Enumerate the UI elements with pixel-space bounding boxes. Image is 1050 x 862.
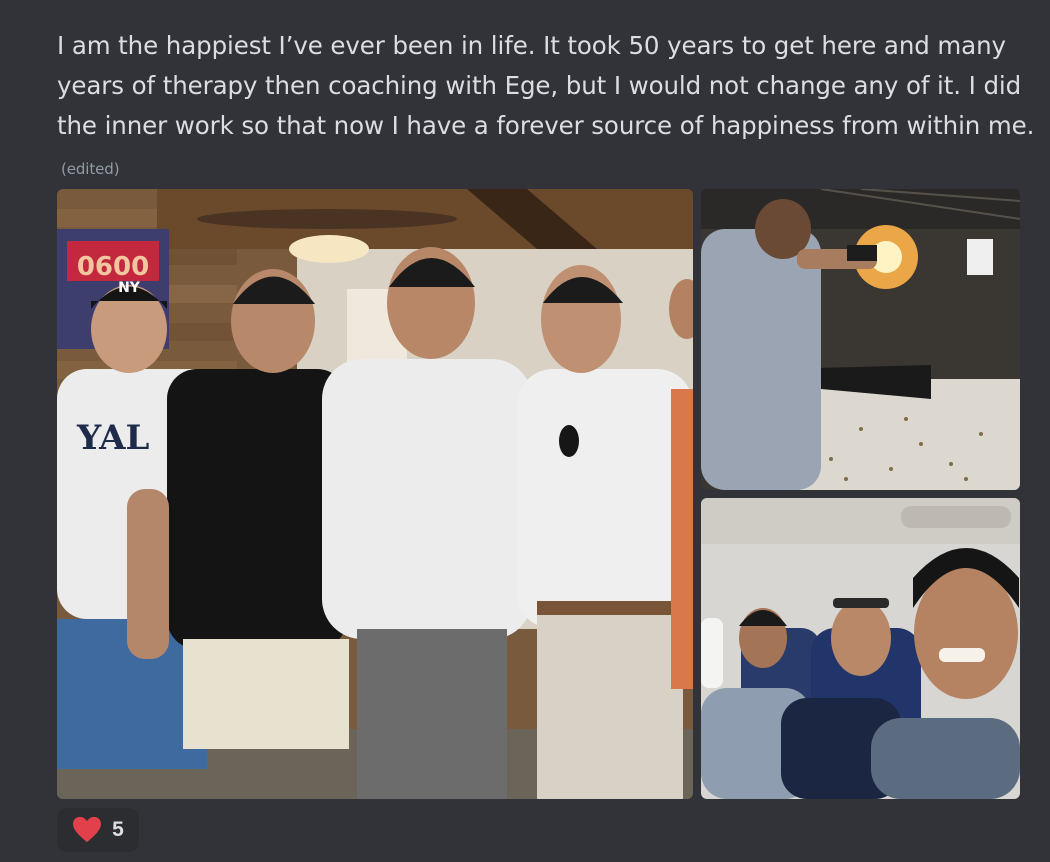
airplane-selfie-image [701,498,1020,799]
tshirt-text: YAL [76,418,149,458]
reaction-count: 5 [112,818,124,841]
image-gallery: 0600 YAL NY [57,189,1020,799]
group-photo-image: 0600 YAL NY [57,189,693,799]
message-container: I am the happiest I’ve ever been in life… [0,0,1050,862]
attachment-group-photo[interactable]: 0600 YAL NY [57,189,693,799]
message-body: I am the happiest I’ve ever been in life… [57,26,1037,189]
shooting-range-image [701,189,1020,490]
message-content: I am the happiest I’ve ever been in life… [57,31,1035,140]
attachment-shooting-range-photo[interactable] [701,189,1020,490]
cap-logo: NY [118,280,141,296]
reaction-heart[interactable]: 5 [57,808,139,852]
heart-icon [73,816,102,843]
poster-sign-text: 0600 [77,252,149,282]
edited-indicator: (edited) [61,160,120,178]
attachment-airplane-selfie-photo[interactable] [701,498,1020,799]
